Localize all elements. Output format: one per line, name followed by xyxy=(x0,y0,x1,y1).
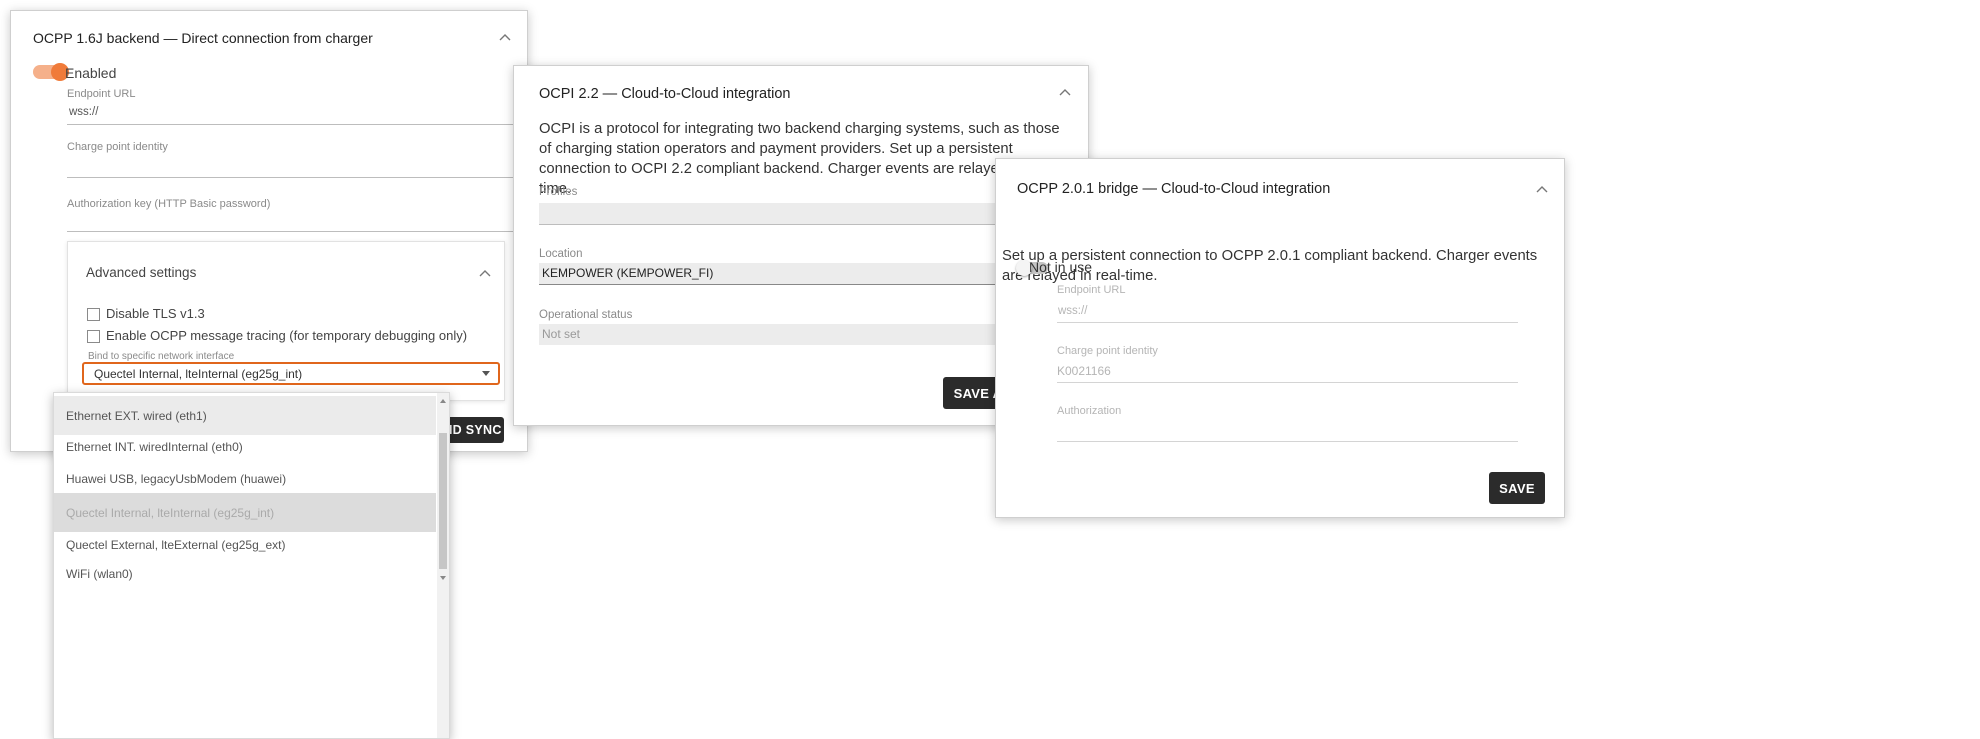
advanced-collapse-chevron-icon[interactable] xyxy=(477,265,493,281)
message-tracing-label: Enable OCPP message tracing (for tempora… xyxy=(106,328,468,343)
operational-status-label: Operational status xyxy=(539,309,633,321)
network-interface-value: Quectel Internal, lteInternal (eg25g_int… xyxy=(94,367,303,381)
profiles-field[interactable] xyxy=(539,203,999,224)
endpoint-url-input[interactable]: wss:// xyxy=(69,106,98,118)
save-and-sync-label: ND SYNC xyxy=(443,423,502,437)
ocpp201-card: OCPP 2.0.1 bridge — Cloud-to-Cloud integ… xyxy=(995,158,1565,518)
dropdown-option-label: Quectel Internal, lteInternal (eg25g_int… xyxy=(66,505,275,520)
collapse-chevron-icon[interactable] xyxy=(1057,84,1073,100)
ocpp16-title: OCPP 1.6J backend — Direct connection fr… xyxy=(33,30,373,46)
enabled-toggle[interactable] xyxy=(33,63,69,81)
caret-down-icon xyxy=(482,371,490,376)
ocpp16-card: OCPP 1.6J backend — Direct connection fr… xyxy=(10,10,528,452)
not-in-use-label: Not in use xyxy=(1029,259,1093,275)
ocpi-title: OCPI 2.2 — Cloud-to-Cloud integration xyxy=(539,86,791,102)
disable-tls-checkbox[interactable] xyxy=(87,308,100,321)
save-and-sync-button[interactable]: ND SYNC xyxy=(441,417,504,443)
operational-status-select[interactable]: Not set xyxy=(539,324,999,345)
charge-point-identity-label: Charge point identity xyxy=(1057,345,1158,357)
scrollbar-thumb[interactable] xyxy=(439,433,447,569)
charge-point-identity-input[interactable] xyxy=(67,155,513,177)
advanced-settings-panel: Advanced settings Disable TLS v1.3 Enabl… xyxy=(67,241,505,401)
authorization-input[interactable] xyxy=(1057,421,1518,441)
message-tracing-checkbox[interactable] xyxy=(87,330,100,343)
endpoint-url-input[interactable]: wss:// xyxy=(1058,305,1087,317)
dropdown-option-label: Ethernet EXT. wired (eth1) xyxy=(66,408,207,423)
dropdown-option[interactable]: WiFi (wlan0) xyxy=(54,554,436,593)
endpoint-url-label: Endpoint URL xyxy=(1057,284,1126,296)
bind-interface-label: Bind to specific network interface xyxy=(88,351,235,362)
scroll-up-arrow-icon[interactable] xyxy=(440,399,446,403)
disable-tls-label: Disable TLS v1.3 xyxy=(106,306,205,321)
save-button[interactable]: SAVE xyxy=(1489,472,1545,504)
dropdown-option-label: WiFi (wlan0) xyxy=(66,566,133,581)
ocpp201-title: OCPP 2.0.1 bridge — Cloud-to-Cloud integ… xyxy=(1017,181,1331,197)
charge-point-identity-input[interactable]: K0021166 xyxy=(1057,364,1111,378)
dropdown-option-label: Quectel External, lteExternal (eg25g_ext… xyxy=(66,537,286,552)
profiles-label: Profiles xyxy=(539,186,578,198)
save-button-label: SAVE xyxy=(1499,480,1535,496)
endpoint-url-label: Endpoint URL xyxy=(67,88,136,100)
location-select[interactable]: KEMPOWER (KEMPOWER_FI) xyxy=(539,263,999,284)
authorization-key-label: Authorization key (HTTP Basic password) xyxy=(67,198,271,210)
network-interface-select[interactable]: Quectel Internal, lteInternal (eg25g_int… xyxy=(82,362,500,385)
collapse-chevron-icon[interactable] xyxy=(1534,181,1550,197)
ocpi-description: OCPI is a protocol for integrating two b… xyxy=(539,121,1060,197)
dropdown-scrollbar[interactable] xyxy=(437,393,449,738)
charge-point-identity-label: Charge point identity xyxy=(67,141,168,153)
authorization-key-input[interactable] xyxy=(67,211,513,231)
enabled-label: Enabled xyxy=(65,65,117,81)
advanced-settings-title: Advanced settings xyxy=(86,265,197,280)
scroll-down-arrow-icon[interactable] xyxy=(440,576,446,580)
dropdown-option-label: Ethernet INT. wiredInternal (eth0) xyxy=(66,439,243,454)
collapse-chevron-icon[interactable] xyxy=(497,29,513,45)
location-value: KEMPOWER (KEMPOWER_FI) xyxy=(542,266,714,280)
operational-status-value: Not set xyxy=(542,327,581,341)
dropdown-option-label: Huawei USB, legacyUsbModem (huawei) xyxy=(66,471,287,486)
location-label: Location xyxy=(539,248,583,260)
network-interface-dropdown: Ethernet EXT. wired (eth1) Ethernet INT.… xyxy=(53,392,450,739)
authorization-label: Authorization xyxy=(1057,405,1122,417)
